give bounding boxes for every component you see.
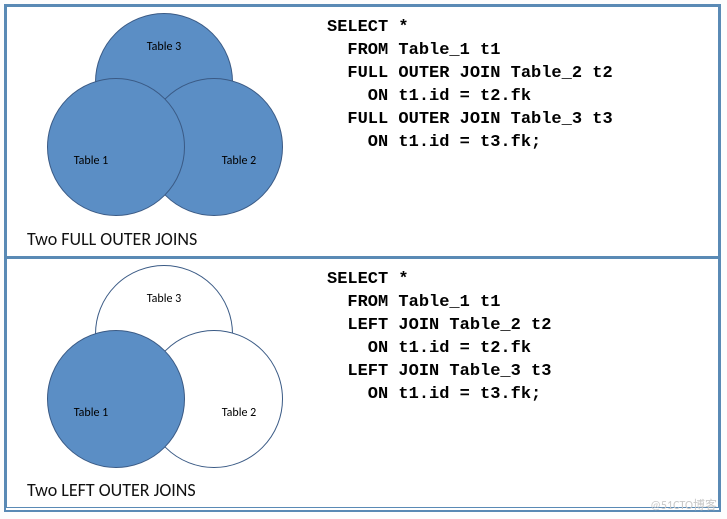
venn-diagram: Table 3 Table 2 Table 1 bbox=[17, 13, 297, 223]
venn-circle-table1: Table 1 bbox=[47, 78, 185, 216]
venn-label-table1: Table 1 bbox=[74, 154, 108, 168]
panel-caption: Two FULL OUTER JOINS bbox=[27, 228, 197, 250]
sql-code-block: SELECT * FROM Table_1 t1 LEFT JOIN Table… bbox=[327, 269, 551, 407]
panel-left-outer-joins: Table 3 Table 2 Table 1 Two LEFT OUTER J… bbox=[6, 257, 719, 508]
sql-code-block: SELECT * FROM Table_1 t1 FULL OUTER JOIN… bbox=[327, 17, 613, 155]
venn-label-table1: Table 1 bbox=[74, 406, 108, 420]
panel-caption: Two LEFT OUTER JOINS bbox=[27, 479, 196, 501]
watermark-text: @51CTO博客 bbox=[650, 496, 717, 513]
venn-label-table2: Table 2 bbox=[222, 154, 256, 168]
document-frame: Table 3 Table 2 Table 1 Two FULL OUTER J… bbox=[4, 4, 721, 512]
venn-circle-table1: Table 1 bbox=[47, 330, 185, 468]
venn-diagram: Table 3 Table 2 Table 1 bbox=[17, 265, 297, 475]
venn-label-table2: Table 2 bbox=[222, 406, 256, 420]
venn-label-table3: Table 3 bbox=[147, 40, 181, 54]
panel-full-outer-joins: Table 3 Table 2 Table 1 Two FULL OUTER J… bbox=[6, 6, 719, 257]
venn-label-table3: Table 3 bbox=[147, 292, 181, 306]
